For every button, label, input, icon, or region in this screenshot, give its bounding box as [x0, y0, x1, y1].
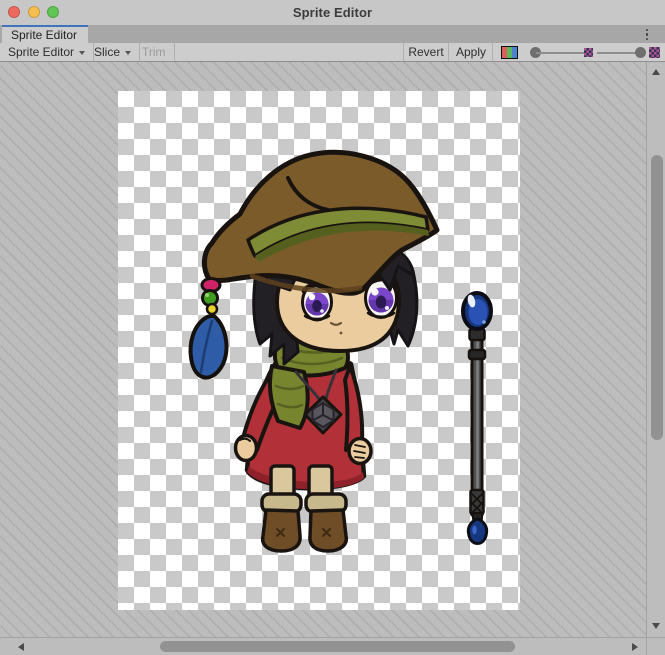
sprite-image — [118, 91, 520, 610]
mip-texture-icon — [584, 48, 593, 57]
vertical-scrollbar[interactable] — [646, 62, 665, 637]
vertical-scrollbar-thumb[interactable] — [651, 155, 663, 440]
zoom-slider-track[interactable] — [536, 52, 584, 54]
tab-label: Sprite Editor — [11, 28, 77, 42]
titlebar[interactable]: Sprite Editor — [0, 0, 665, 25]
sprite-editor-dropdown[interactable]: Sprite Editor — [0, 43, 94, 61]
staff — [463, 293, 491, 544]
kebab-menu-icon[interactable] — [642, 27, 652, 42]
mip-slider-knob[interactable] — [635, 47, 646, 58]
scroll-right-icon[interactable] — [632, 643, 638, 651]
toolbar: Sprite Editor Slice Trim Revert Apply — [0, 43, 665, 62]
scrollbar-corner — [646, 637, 665, 655]
sprite-editor-window: Sprite Editor Sprite Editor Sprite Edito… — [0, 0, 665, 655]
slice-dropdown[interactable]: Slice — [86, 43, 140, 61]
mip-texture-icon — [649, 47, 660, 58]
sprite-texture-area[interactable] — [118, 91, 520, 610]
window-title: Sprite Editor — [0, 0, 665, 25]
mip-slider-track[interactable] — [597, 52, 639, 54]
rgb-alpha-toggle-icon[interactable] — [501, 46, 518, 59]
tab-bar: Sprite Editor — [0, 25, 665, 43]
hat-beads-and-feather — [191, 279, 227, 378]
chevron-down-icon — [125, 51, 131, 55]
scroll-left-icon[interactable] — [18, 643, 24, 651]
scroll-down-icon[interactable] — [652, 623, 660, 629]
trim-button[interactable]: Trim — [134, 43, 175, 61]
horizontal-scrollbar-thumb[interactable] — [160, 641, 515, 652]
revert-button[interactable]: Revert — [403, 43, 449, 61]
tab-sprite-editor[interactable]: Sprite Editor — [2, 25, 88, 43]
chevron-down-icon — [79, 51, 85, 55]
sprite-editor-canvas[interactable] — [0, 62, 646, 637]
scroll-up-icon[interactable] — [652, 69, 660, 75]
horizontal-scrollbar[interactable] — [0, 637, 646, 655]
apply-button[interactable]: Apply — [450, 43, 493, 61]
